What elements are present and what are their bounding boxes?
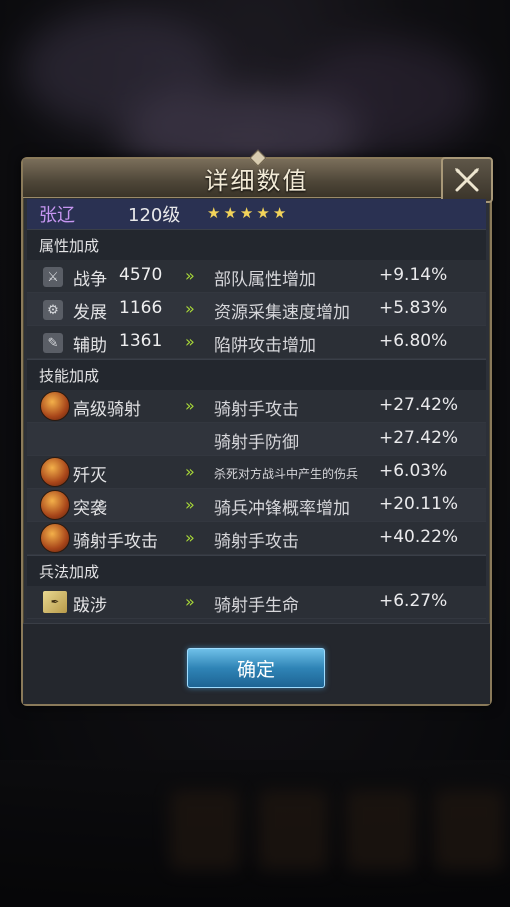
close-icon bbox=[455, 168, 479, 192]
attr-label: 战争 bbox=[73, 270, 107, 290]
skill-pct: +27.42% bbox=[379, 395, 459, 415]
skill-pct: +20.11% bbox=[379, 494, 459, 514]
tactic-label: 跋涉 bbox=[73, 596, 107, 616]
cavalry-archery-skill-icon bbox=[40, 391, 70, 421]
star-icon: ★ bbox=[272, 204, 287, 222]
arrow-icon: » bbox=[185, 396, 195, 415]
tactic-desc: 骑射手生命 bbox=[214, 596, 299, 616]
tactic-pct: +6.27% bbox=[379, 591, 448, 611]
attr-value: 1166 bbox=[119, 298, 163, 318]
skill-label: 骑射手攻击 bbox=[73, 532, 158, 552]
attr-value: 4570 bbox=[119, 265, 163, 285]
raid-skill-icon bbox=[40, 490, 70, 520]
attr-pct: +6.80% bbox=[379, 331, 448, 351]
hero-level: 120级 bbox=[128, 205, 181, 226]
star-icon: ★ bbox=[256, 204, 270, 222]
arrow-icon: » bbox=[185, 528, 195, 547]
skill-row: 高级骑射 » 骑射手攻击 +27.42% bbox=[27, 390, 486, 423]
skill-row: 歼灭 » 杀死对方战斗中产生的伤兵 +6.03% bbox=[27, 456, 486, 489]
arrow-icon: » bbox=[185, 462, 195, 481]
develop-icon: ⚙ bbox=[43, 300, 63, 320]
arrow-icon: » bbox=[185, 495, 195, 514]
attr-row: ✎ 辅助 1361 » 陷阱攻击增加 +6.80% bbox=[27, 326, 486, 359]
skill-pct: +6.03% bbox=[379, 461, 448, 481]
skill-desc: 杀死对方战斗中产生的伤兵 bbox=[214, 467, 359, 481]
skill-desc: 骑兵冲锋概率增加 bbox=[214, 499, 350, 519]
attr-row: ⚙ 发展 1166 » 资源采集速度增加 +5.83% bbox=[27, 293, 486, 326]
skill-row: 骑射手攻击 » 骑射手攻击 +40.22% bbox=[27, 522, 486, 555]
hero-stars: ★ ★ ★ ★ ★ bbox=[207, 205, 286, 221]
skill-desc: 骑射手攻击 bbox=[214, 400, 299, 420]
dialog-title-bar: 详细数值 bbox=[23, 149, 490, 198]
attr-value: 1361 bbox=[119, 331, 163, 351]
attr-desc: 陷阱攻击增加 bbox=[214, 336, 316, 356]
attr-desc: 部队属性增加 bbox=[214, 270, 316, 290]
detail-dialog: 详细数值 张辽 120级 ★ ★ ★ ★ ★ 属性加成 ⚔ 战争 4570 » … bbox=[21, 149, 493, 706]
arrow-icon: » bbox=[185, 332, 195, 351]
archer-attack-skill-icon bbox=[40, 523, 70, 553]
skill-label: 突袭 bbox=[73, 499, 107, 519]
annihilate-skill-icon bbox=[40, 457, 70, 487]
attr-pct: +9.14% bbox=[379, 265, 448, 285]
arrow-icon: » bbox=[185, 592, 195, 611]
attr-desc: 资源采集速度增加 bbox=[214, 303, 350, 323]
hero-info-row: 张辽 120级 ★ ★ ★ ★ ★ bbox=[27, 199, 486, 229]
skill-pct: +40.22% bbox=[379, 527, 459, 547]
skill-row: 突袭 » 骑兵冲锋概率增加 +20.11% bbox=[27, 489, 486, 522]
dialog-footer: 确定 bbox=[23, 623, 490, 704]
star-icon: ★ bbox=[207, 204, 221, 222]
confirm-button[interactable]: 确定 bbox=[187, 648, 325, 688]
tactic-book-icon: ✒ bbox=[43, 591, 67, 613]
attr-label: 辅助 bbox=[73, 336, 107, 356]
tactic-row: ✒ 跋涉 » 骑射手生命 +6.27% bbox=[27, 586, 486, 619]
skill-row: 骑射手防御 +27.42% bbox=[27, 423, 486, 456]
arrow-icon: » bbox=[185, 299, 195, 318]
star-icon: ★ bbox=[239, 204, 254, 222]
arrow-icon: » bbox=[185, 266, 195, 285]
skill-desc: 骑射手防御 bbox=[214, 433, 299, 453]
attr-label: 发展 bbox=[73, 303, 107, 323]
section-attr-title: 属性加成 bbox=[27, 229, 486, 260]
star-icon: ★ bbox=[223, 204, 237, 222]
section-skill-title: 技能加成 bbox=[27, 359, 486, 390]
skill-desc: 骑射手攻击 bbox=[214, 532, 299, 552]
attr-row: ⚔ 战争 4570 » 部队属性增加 +9.14% bbox=[27, 260, 486, 293]
sword-icon: ⚔ bbox=[43, 267, 63, 287]
assist-icon: ✎ bbox=[43, 333, 63, 353]
section-tactics-title: 兵法加成 bbox=[27, 555, 486, 586]
skill-label: 高级骑射 bbox=[73, 400, 141, 420]
close-button[interactable] bbox=[441, 157, 493, 203]
hero-name: 张辽 bbox=[39, 205, 75, 226]
skill-label: 歼灭 bbox=[73, 466, 107, 486]
attr-pct: +5.83% bbox=[379, 298, 448, 318]
skill-pct: +27.42% bbox=[379, 428, 459, 448]
